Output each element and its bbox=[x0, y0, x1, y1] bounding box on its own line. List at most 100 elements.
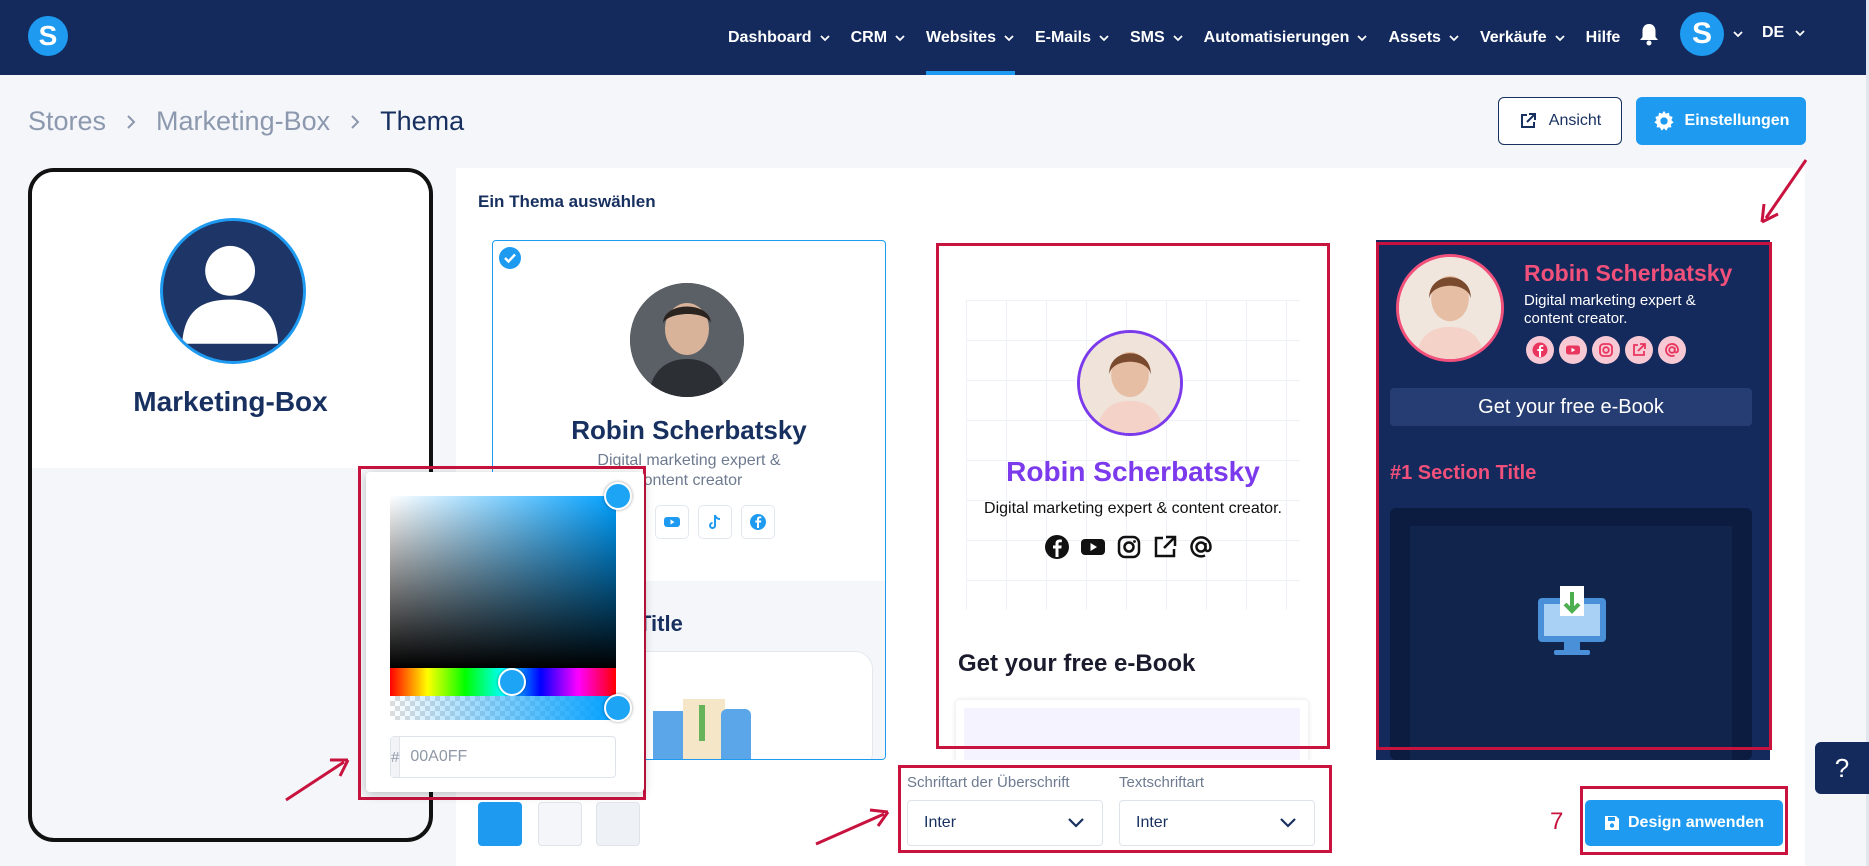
hex-input[interactable] bbox=[400, 737, 618, 777]
saturation-area[interactable] bbox=[390, 496, 616, 668]
ebook-button: Get your free e-Book bbox=[1390, 388, 1752, 426]
user-avatar[interactable]: S bbox=[1680, 12, 1724, 56]
nav-item-label: CRM bbox=[850, 28, 888, 46]
step-number: 7 bbox=[1550, 808, 1564, 835]
apply-design-label: Design anwenden bbox=[1627, 814, 1765, 831]
save-icon bbox=[1604, 816, 1619, 830]
chevron-down-icon bbox=[1449, 34, 1459, 41]
chevron-down-icon bbox=[895, 34, 905, 41]
nav-item-assets[interactable]: Assets bbox=[1388, 0, 1459, 75]
nav-item-sms[interactable]: SMS bbox=[1130, 0, 1184, 75]
nav-item-help[interactable]: Hilfe bbox=[1586, 0, 1621, 75]
check-icon bbox=[499, 247, 521, 269]
nav-item-dashboard[interactable]: Dashboard bbox=[728, 0, 831, 75]
ebook-card-inner bbox=[964, 708, 1300, 760]
settings-button-label: Einstellungen bbox=[1684, 112, 1790, 129]
external-link-icon bbox=[1154, 535, 1177, 558]
profile-photo bbox=[630, 283, 744, 397]
section-title: Title bbox=[638, 611, 683, 636]
saturation-handle[interactable] bbox=[604, 482, 632, 510]
section-title: #1 Section Title bbox=[1390, 462, 1537, 484]
profile-photo bbox=[1077, 330, 1183, 436]
breadcrumb: Stores Marketing-Box Thema bbox=[28, 106, 464, 137]
youtube-icon bbox=[655, 505, 689, 539]
ebook-card bbox=[956, 700, 1308, 760]
view-button[interactable]: Ansicht bbox=[1498, 97, 1622, 145]
facebook-icon bbox=[741, 505, 775, 539]
profile-name: Robin Scherbatsky bbox=[1006, 456, 1260, 487]
breadcrumb-stores[interactable]: Stores bbox=[28, 106, 106, 137]
nav-item-label: Dashboard bbox=[728, 28, 812, 46]
nav-item-label: Assets bbox=[1388, 28, 1441, 46]
breadcrumb-marketing-box[interactable]: Marketing-Box bbox=[156, 106, 330, 137]
language-switcher[interactable]: DE bbox=[1762, 24, 1806, 42]
nav-item-label: Verkäufe bbox=[1479, 28, 1547, 46]
book-graphic-icon bbox=[653, 699, 751, 759]
profile-subtitle: Digital marketing expert & content creat… bbox=[1524, 292, 1724, 328]
heading-font-select[interactable]: Inter bbox=[907, 800, 1103, 846]
app-logo[interactable]: S bbox=[28, 16, 68, 56]
subtitle-line: Digital marketing expert & bbox=[1524, 292, 1696, 309]
alpha-slider[interactable] bbox=[390, 696, 616, 720]
nav-menu: Dashboard CRM Websites E-Mails SMS Autom… bbox=[728, 0, 1640, 75]
color-swatch-secondary[interactable] bbox=[596, 802, 640, 846]
at-sign-icon bbox=[1658, 336, 1686, 364]
facebook-icon bbox=[1045, 535, 1069, 559]
section-block bbox=[1390, 508, 1752, 760]
panel-title: Ein Thema auswählen bbox=[478, 192, 656, 211]
nav-item-automations[interactable]: Automatisierungen bbox=[1204, 0, 1369, 75]
chevron-right-icon bbox=[351, 114, 360, 129]
chevron-down-icon bbox=[1280, 818, 1296, 828]
language-label: DE bbox=[1762, 24, 1785, 41]
help-button[interactable]: ? bbox=[1815, 742, 1869, 794]
theme-card-3[interactable]: Robin Scherbatsky Digital marketing expe… bbox=[1376, 240, 1770, 760]
settings-button[interactable]: Einstellungen bbox=[1636, 97, 1806, 145]
color-swatch-background[interactable] bbox=[538, 802, 582, 846]
nav-item-sales[interactable]: Verkäufe bbox=[1480, 0, 1566, 75]
chevron-down-icon bbox=[1004, 34, 1014, 41]
ebook-title: Get your free e-Book bbox=[958, 650, 1196, 677]
social-icons bbox=[1044, 534, 1224, 560]
nav-item-label: SMS bbox=[1129, 28, 1165, 46]
nav-item-label: Automatisierungen bbox=[1203, 28, 1350, 46]
profile-photo bbox=[1396, 254, 1504, 362]
hex-field: # bbox=[390, 736, 618, 778]
bell-icon[interactable] bbox=[1638, 22, 1660, 46]
theme-card-2[interactable]: Robin Scherbatsky Digital marketing expe… bbox=[936, 240, 1330, 760]
profile-subtitle: Digital marketing expert & content creat… bbox=[984, 500, 1282, 517]
external-link-icon bbox=[1520, 113, 1536, 128]
youtube-icon bbox=[1081, 539, 1105, 555]
download-monitor-icon bbox=[1538, 586, 1606, 655]
hex-prefix: # bbox=[391, 737, 401, 777]
subtitle-line: content creator. bbox=[1524, 310, 1628, 327]
apply-design-button[interactable]: Design anwenden bbox=[1585, 800, 1783, 846]
view-button-label: Ansicht bbox=[1548, 112, 1602, 129]
profile-name: Robin Scherbatsky bbox=[1524, 260, 1733, 286]
social-icons bbox=[1526, 336, 1691, 364]
nav-item-crm[interactable]: CRM bbox=[851, 0, 906, 75]
nav-item-emails[interactable]: E-Mails bbox=[1035, 0, 1110, 75]
nav-item-label: E-Mails bbox=[1034, 28, 1091, 46]
nav-item-websites[interactable]: Websites bbox=[926, 0, 1015, 75]
youtube-icon bbox=[1559, 336, 1587, 364]
page-title: Thema bbox=[380, 106, 465, 136]
chevron-down-icon bbox=[1555, 34, 1565, 41]
hue-handle[interactable] bbox=[498, 668, 526, 696]
chevron-down-icon[interactable] bbox=[1732, 28, 1744, 40]
heading-font-label: Schriftart der Überschrift bbox=[907, 774, 1070, 791]
profile-name: Robin Scherbatsky bbox=[571, 415, 807, 445]
instagram-icon bbox=[1592, 336, 1620, 364]
at-sign-icon bbox=[1190, 536, 1212, 558]
theme-panel: Ein Thema auswählen Robin Scherbatsky Di… bbox=[456, 168, 1805, 866]
body-font-value: Inter bbox=[1136, 814, 1169, 831]
subtitle-line: Digital marketing expert & bbox=[597, 452, 781, 469]
body-font-label: Textschriftart bbox=[1119, 774, 1205, 791]
social-icons bbox=[655, 505, 784, 539]
nav-item-label: Hilfe bbox=[1585, 28, 1621, 46]
chevron-down-icon bbox=[1099, 34, 1109, 41]
alpha-handle[interactable] bbox=[604, 694, 632, 722]
facebook-icon bbox=[1526, 336, 1554, 364]
color-swatch-primary[interactable] bbox=[478, 802, 522, 846]
instagram-icon bbox=[1117, 535, 1141, 559]
body-font-select[interactable]: Inter bbox=[1119, 800, 1315, 846]
